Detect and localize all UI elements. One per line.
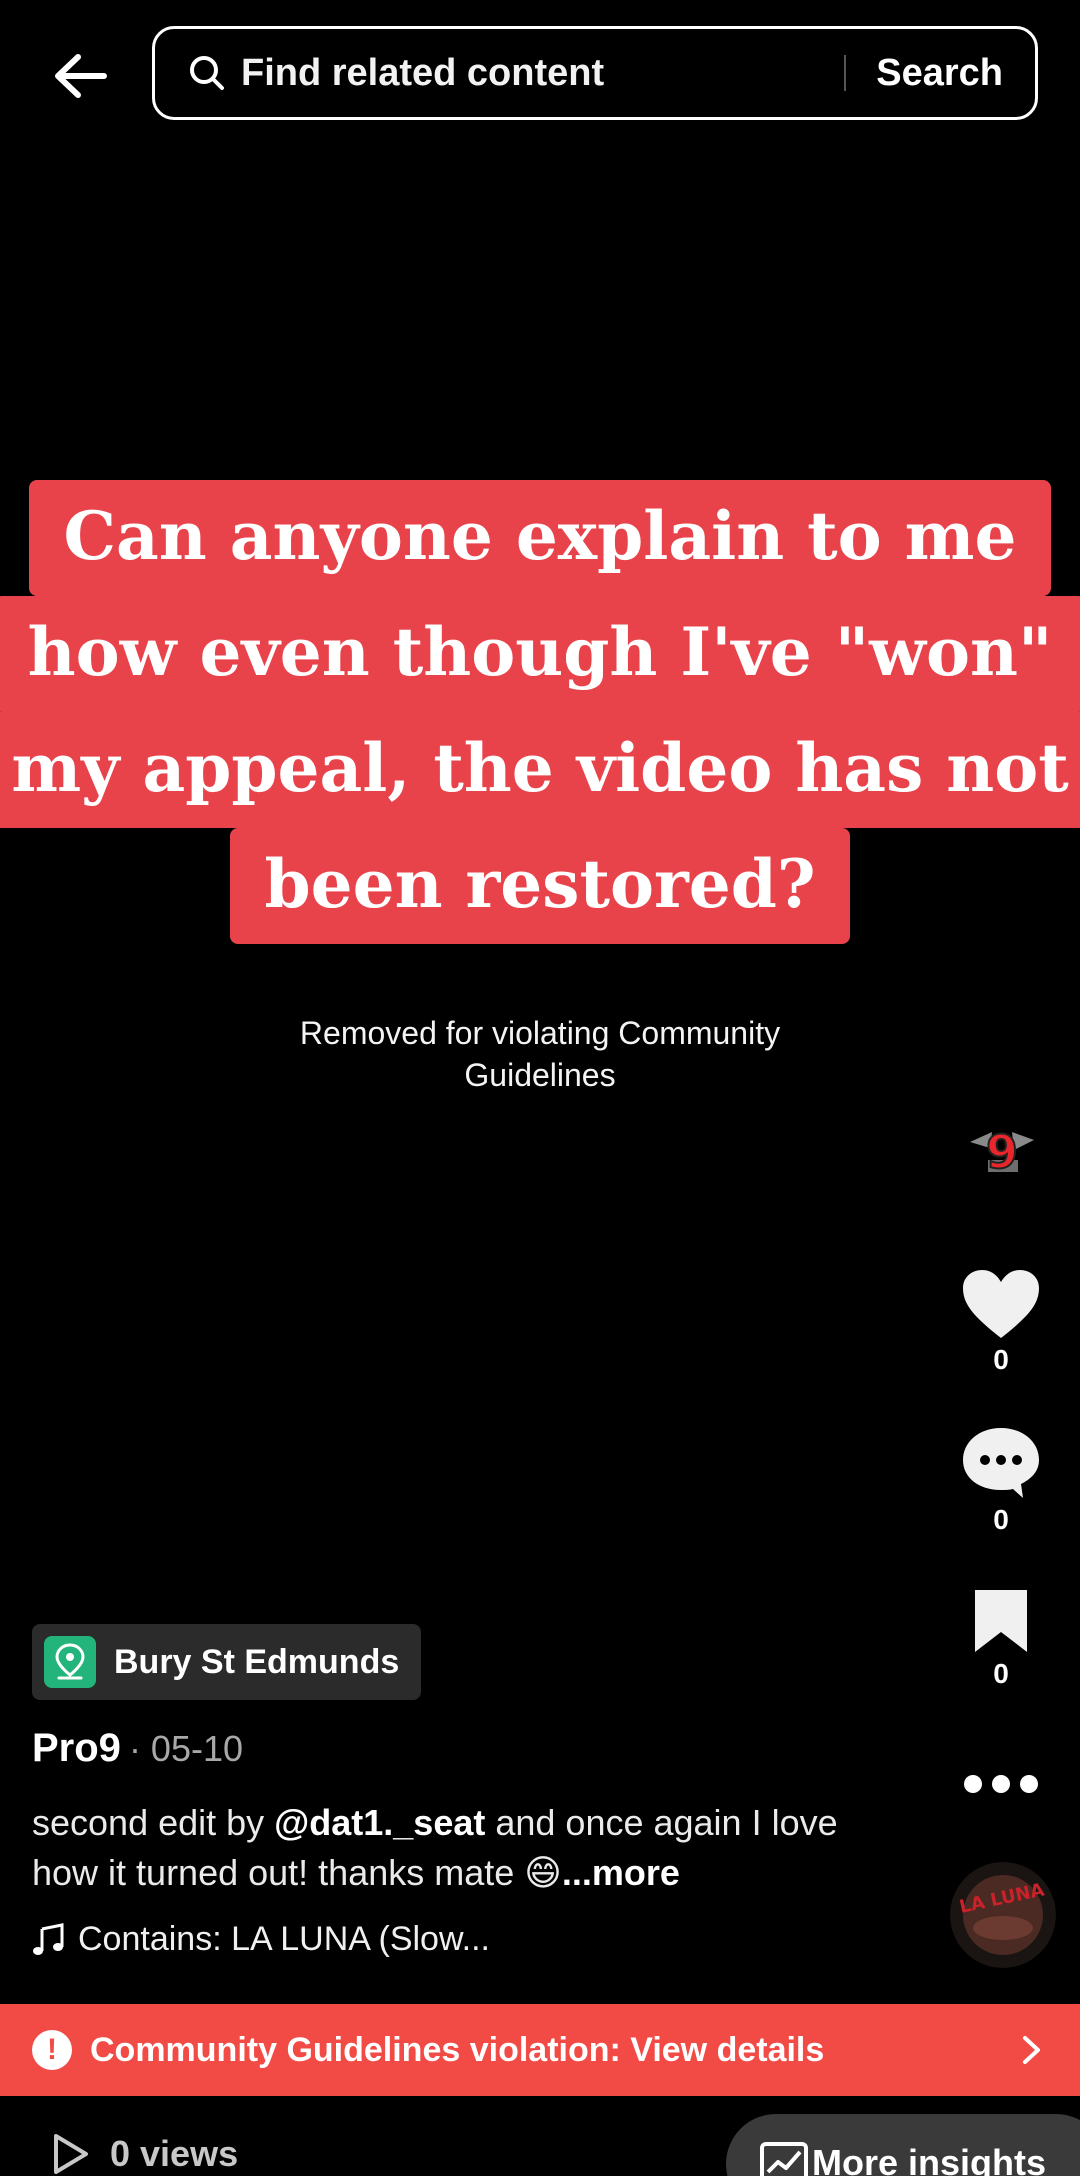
comment-icon <box>963 1428 1039 1498</box>
sound-disc[interactable]: LA LUNA <box>950 1862 1056 1968</box>
alert-icon: ! <box>32 2030 72 2070</box>
desc-text: second edit by <box>32 1802 275 1843</box>
more-insights-button[interactable]: More insights <box>726 2114 1080 2176</box>
caption-line: how even though I've "won" <box>0 596 1080 712</box>
caption-line: my appeal, the video has not <box>0 712 1080 828</box>
violation-text: Community Guidelines violation: View det… <box>90 2030 825 2069</box>
more-options-button[interactable] <box>964 1764 1038 1804</box>
location-name: Bury St Edmunds <box>114 1642 400 1681</box>
search-divider <box>844 55 847 91</box>
dot-icon <box>964 1775 982 1793</box>
search-bar[interactable]: Find related content Search <box>152 26 1038 120</box>
music-note-icon <box>33 1922 64 1955</box>
like-count: 0 <box>993 1344 1009 1375</box>
location-tag[interactable]: Bury St Edmunds <box>32 1624 422 1700</box>
play-icon <box>54 2134 88 2174</box>
removed-notice: Removed for violating Community Guidelin… <box>190 1012 890 1096</box>
author-line: Pro9 · 05-10 <box>32 1726 243 1771</box>
post-description: second edit by @dat1._seat and once agai… <box>32 1798 882 1898</box>
location-pin-icon <box>44 1636 96 1688</box>
save-button[interactable]: 0 <box>956 1586 1046 1690</box>
views-count: 0 views <box>110 2133 239 2174</box>
search-icon <box>185 51 229 95</box>
removed-notice-line1: Removed for violating Community <box>299 1015 781 1051</box>
creator-avatar[interactable]: 9 <box>952 1102 1050 1200</box>
caption-line: been restored? <box>230 828 850 944</box>
svg-text:9: 9 <box>986 1125 1018 1179</box>
bookmark-icon <box>975 1590 1027 1652</box>
save-count: 0 <box>993 1658 1009 1689</box>
sound-name: Contains: LA LUNA (Slow... <box>78 1920 490 1958</box>
chart-trend-icon <box>760 2142 808 2176</box>
caption-line: Can anyone explain to me <box>29 480 1051 596</box>
chevron-right-icon <box>1023 2036 1040 2064</box>
comment-count: 0 <box>993 1504 1009 1535</box>
search-input[interactable]: Find related content <box>241 52 844 95</box>
search-button[interactable]: Search <box>876 52 1003 95</box>
video-caption: Can anyone explain to me how even though… <box>0 480 1080 944</box>
comment-button[interactable]: 0 <box>956 1426 1046 1536</box>
more-insights-label: More insights <box>812 2142 1047 2176</box>
views-stat: 0 views <box>48 2132 238 2176</box>
violation-banner[interactable]: ! Community Guidelines violation: View d… <box>0 2004 1080 2096</box>
like-button[interactable]: 0 <box>956 1268 1046 1376</box>
post-date: · 05-10 <box>128 1728 244 1769</box>
mention-link[interactable]: @dat1._seat <box>274 1802 485 1843</box>
arrow-left-icon <box>55 54 107 98</box>
author-name[interactable]: Pro9 <box>32 1726 121 1771</box>
heart-icon <box>963 1270 1039 1338</box>
dot-icon <box>1020 1775 1038 1793</box>
removed-notice-line2: Guidelines <box>464 1057 616 1093</box>
dot-icon <box>992 1775 1010 1793</box>
sound-label[interactable]: Contains: LA LUNA (Slow... <box>32 1920 490 1959</box>
back-button[interactable] <box>48 44 112 108</box>
more-link[interactable]: ...more <box>562 1852 680 1893</box>
